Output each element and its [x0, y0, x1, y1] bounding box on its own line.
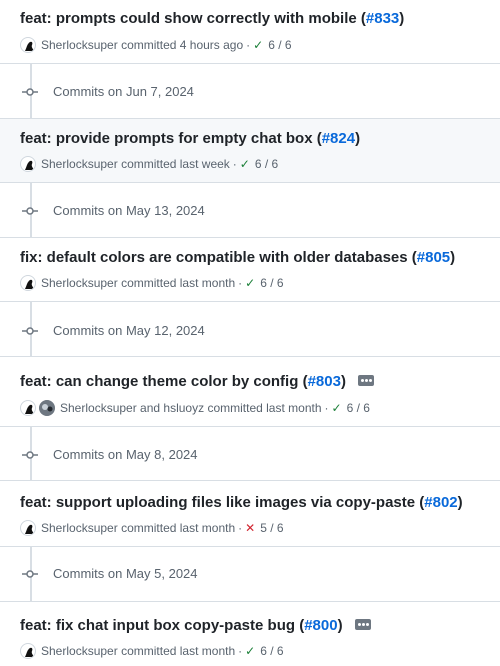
commit-history: feat: prompts could show correctly with …: [0, 0, 500, 666]
avatar[interactable]: [20, 400, 36, 416]
commit-title[interactable]: fix: default colors are compatible with …: [20, 248, 455, 268]
commit-row[interactable]: fix: default colors are compatible with …: [0, 238, 500, 302]
check-icon[interactable]: ✓: [253, 37, 263, 53]
pr-link[interactable]: #805: [417, 249, 450, 266]
author-name[interactable]: Sherlocksuper: [41, 643, 118, 659]
pr-link[interactable]: #824: [322, 130, 355, 147]
commit-time: last month: [179, 521, 236, 535]
commit-row[interactable]: feat: can change theme color by config (…: [0, 357, 500, 427]
commit-meta: Sherlocksuper committed last month · ✓ 6…: [20, 275, 284, 291]
avatar[interactable]: [20, 643, 36, 659]
check-icon[interactable]: ✓: [245, 275, 255, 291]
separator: ·: [232, 157, 237, 171]
ellipsis-icon[interactable]: [358, 374, 375, 386]
committed-label: committed: [121, 38, 177, 52]
commit-message[interactable]: feat: can change theme color by config: [20, 373, 298, 390]
author-name[interactable]: Sherlocksuper: [41, 156, 118, 172]
date-label: Commits on May 13, 2024: [53, 203, 205, 218]
git-commit-icon: [22, 327, 38, 335]
date-group-header: Commits on May 13, 2024: [0, 183, 500, 238]
paren: ): [450, 249, 456, 266]
pr-link[interactable]: #803: [308, 373, 341, 390]
commit-message[interactable]: feat: fix chat input box copy-paste bug: [20, 617, 295, 634]
commit-meta: Sherlocksuper and hsluoyz committed last…: [20, 400, 370, 416]
git-commit-icon: [22, 88, 38, 96]
check-count[interactable]: 6 / 6: [268, 37, 291, 53]
commit-title[interactable]: feat: support uploading files like image…: [20, 493, 463, 513]
check-count[interactable]: 6 / 6: [260, 643, 283, 659]
separator: ·: [246, 38, 251, 52]
commit-message[interactable]: feat: prompts could show correctly with …: [20, 10, 357, 27]
committed-label: committed: [121, 276, 177, 290]
paren: ): [337, 617, 343, 634]
date-group-header: Commits on May 12, 2024: [0, 302, 500, 357]
paren: ): [399, 10, 405, 27]
commit-title[interactable]: feat: prompts could show correctly with …: [20, 9, 404, 29]
git-commit-icon: [22, 570, 38, 578]
avatar-2[interactable]: [39, 400, 55, 416]
ellipsis-icon[interactable]: [354, 618, 371, 630]
check-icon[interactable]: ✓: [332, 400, 342, 416]
avatar[interactable]: [20, 275, 36, 291]
date-label: Commits on Jun 7, 2024: [53, 84, 194, 99]
commit-row[interactable]: feat: prompts could show correctly with …: [0, 0, 500, 64]
check-count[interactable]: 6 / 6: [260, 275, 283, 291]
avatar[interactable]: [20, 37, 36, 53]
avatar[interactable]: [20, 520, 36, 536]
commit-row[interactable]: feat: support uploading files like image…: [0, 481, 500, 547]
date-label: Commits on May 8, 2024: [53, 447, 198, 462]
author-name[interactable]: Sherlocksuper: [41, 37, 118, 53]
date-label: Commits on May 12, 2024: [53, 323, 205, 338]
check-icon[interactable]: ✓: [240, 156, 250, 172]
committed-label: committed: [121, 644, 177, 658]
check-count[interactable]: 5 / 6: [260, 520, 283, 536]
commit-title[interactable]: feat: can change theme color by config (…: [20, 372, 375, 392]
check-count[interactable]: 6 / 6: [255, 156, 278, 172]
separator: ·: [238, 521, 243, 535]
commit-title[interactable]: feat: provide prompts for empty chat box…: [20, 129, 360, 149]
date-group-header: Commits on May 5, 2024: [0, 547, 500, 602]
paren: ): [355, 130, 361, 147]
paren: ): [340, 373, 346, 390]
author-name[interactable]: Sherlocksuper: [41, 275, 118, 291]
date-group-header: Commits on Jun 7, 2024: [0, 64, 500, 119]
separator: ·: [238, 276, 243, 290]
commit-time: last week: [179, 157, 230, 171]
committed-label: committed: [207, 401, 263, 415]
pr-link[interactable]: #800: [304, 617, 337, 634]
commit-row[interactable]: feat: fix chat input box copy-paste bug …: [0, 602, 500, 666]
commit-time: 4 hours ago: [179, 38, 244, 52]
separator: ·: [324, 401, 329, 415]
git-commit-icon: [22, 451, 38, 459]
commit-time: last month: [179, 644, 236, 658]
pr-link[interactable]: #833: [366, 10, 399, 27]
check-count[interactable]: 6 / 6: [347, 400, 370, 416]
commit-time: last month: [266, 401, 322, 415]
check-icon[interactable]: ✓: [245, 643, 255, 659]
commit-message[interactable]: feat: provide prompts for empty chat box: [20, 130, 313, 147]
commit-message[interactable]: fix: default colors are compatible with …: [20, 249, 408, 266]
commit-message[interactable]: feat: support uploading files like image…: [20, 494, 415, 511]
x-icon[interactable]: ✕: [245, 520, 255, 536]
paren: ): [457, 494, 463, 511]
commit-time: last month: [179, 276, 236, 290]
commit-meta: Sherlocksuper committed last week · ✓ 6 …: [20, 156, 278, 172]
avatar[interactable]: [20, 156, 36, 172]
date-label: Commits on May 5, 2024: [53, 566, 198, 581]
pr-link[interactable]: #802: [424, 494, 457, 511]
committed-label: committed: [121, 157, 177, 171]
date-group-header: Commits on May 8, 2024: [0, 427, 500, 481]
commit-row[interactable]: feat: provide prompts for empty chat box…: [0, 119, 500, 183]
committed-label: committed: [121, 521, 177, 535]
commit-meta: Sherlocksuper committed 4 hours ago · ✓ …: [20, 37, 292, 53]
commit-meta: Sherlocksuper committed last month · ✓ 6…: [20, 643, 284, 659]
separator: ·: [238, 644, 243, 658]
author-name[interactable]: Sherlocksuper: [41, 520, 118, 536]
commit-title[interactable]: feat: fix chat input box copy-paste bug …: [20, 616, 371, 636]
git-commit-icon: [22, 207, 38, 215]
author-name[interactable]: Sherlocksuper and hsluoyz: [60, 400, 204, 416]
commit-meta: Sherlocksuper committed last month · ✕ 5…: [20, 520, 284, 536]
